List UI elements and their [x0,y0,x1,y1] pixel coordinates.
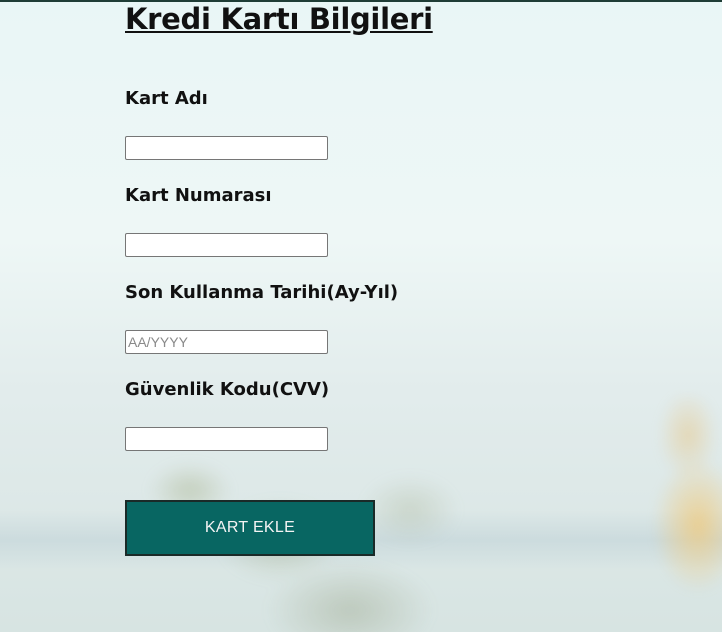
add-card-button[interactable]: KART EKLE [125,500,375,556]
expiry-date-label: Son Kullanma Tarihi(Ay-Yıl) [125,282,399,303]
card-number-label: Kart Numarası [125,185,272,206]
expiry-date-input[interactable] [125,330,328,354]
cvv-label: Güvenlik Kodu(CVV) [125,379,330,400]
page-title: Kredi Kartı Bilgileri [125,2,433,36]
card-name-input[interactable] [125,136,328,160]
card-number-input[interactable] [125,233,328,257]
background-building [628,395,722,632]
card-name-label: Kart Adı [125,88,208,109]
cvv-input[interactable] [125,427,328,451]
